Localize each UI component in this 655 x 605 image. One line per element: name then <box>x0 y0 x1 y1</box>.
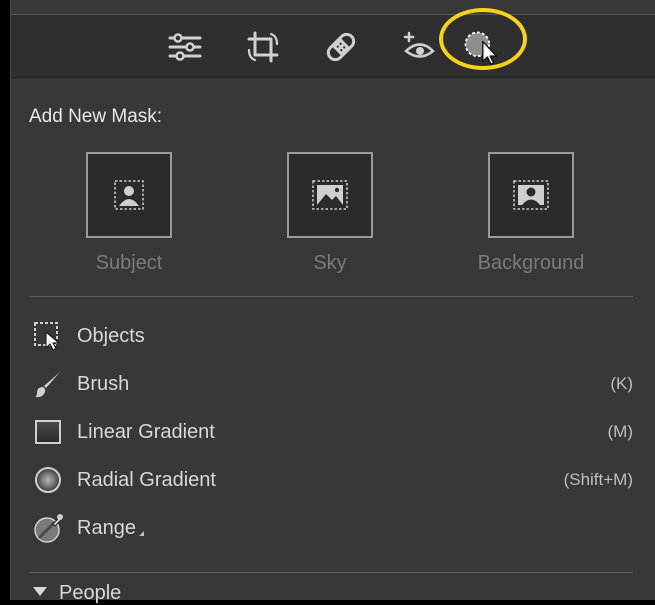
background-icon <box>513 180 549 210</box>
masking-panel: Add New Mask: Subject Sky Background Obj… <box>10 0 655 604</box>
linear-gradient-shortcut: (M) <box>607 422 633 441</box>
subject-label: Subject <box>95 252 163 274</box>
people-label: People <box>59 582 122 604</box>
people-section-header[interactable]: People <box>33 582 121 605</box>
objects-icon <box>33 319 67 353</box>
range-label-text: Range <box>77 516 136 539</box>
linear-gradient-label: Linear Gradient <box>77 420 215 443</box>
linear-gradient-icon <box>33 415 67 449</box>
brush-icon <box>33 367 67 401</box>
mask-tool-linear-gradient[interactable]: Linear Gradient (M) <box>33 412 633 452</box>
radial-gradient-icon <box>33 463 67 497</box>
tool-strip <box>11 14 655 78</box>
submenu-caret-icon <box>138 530 144 536</box>
subject-mask-button[interactable] <box>86 152 172 238</box>
highlight-circle <box>439 8 527 70</box>
crop-icon[interactable] <box>243 29 283 65</box>
mask-tile-sky[interactable]: Sky <box>275 152 385 275</box>
red-eye-icon[interactable] <box>399 29 439 65</box>
mask-tile-subject[interactable]: Subject <box>74 152 184 275</box>
radial-gradient-label: Radial Gradient <box>77 468 216 491</box>
mask-tool-range[interactable]: Range <box>33 508 633 548</box>
mask-tool-radial-gradient[interactable]: Radial Gradient (Shift+M) <box>33 460 633 500</box>
subject-icon <box>114 180 144 210</box>
background-mask-button[interactable] <box>488 152 574 238</box>
disclosure-triangle-icon <box>33 587 47 596</box>
range-icon <box>33 511 67 545</box>
section-divider-2 <box>29 572 633 573</box>
brush-label: Brush <box>77 372 130 395</box>
brush-shortcut: (K) <box>610 374 633 393</box>
objects-label: Objects <box>77 324 145 347</box>
sky-label: Sky <box>313 252 347 274</box>
add-new-mask-title: Add New Mask: <box>29 106 163 127</box>
edit-sliders-icon[interactable] <box>165 29 205 65</box>
background-label: Background <box>477 252 585 274</box>
sky-mask-button[interactable] <box>287 152 373 238</box>
radial-gradient-shortcut: (Shift+M) <box>563 470 633 489</box>
sky-icon <box>312 180 348 210</box>
mask-tile-background[interactable]: Background <box>476 152 586 275</box>
range-label: Range <box>77 517 144 540</box>
section-divider <box>29 296 633 297</box>
mask-tool-brush[interactable]: Brush (K) <box>33 364 633 404</box>
mask-tool-objects[interactable]: Objects <box>33 316 633 356</box>
healing-bandage-icon[interactable] <box>321 29 361 65</box>
